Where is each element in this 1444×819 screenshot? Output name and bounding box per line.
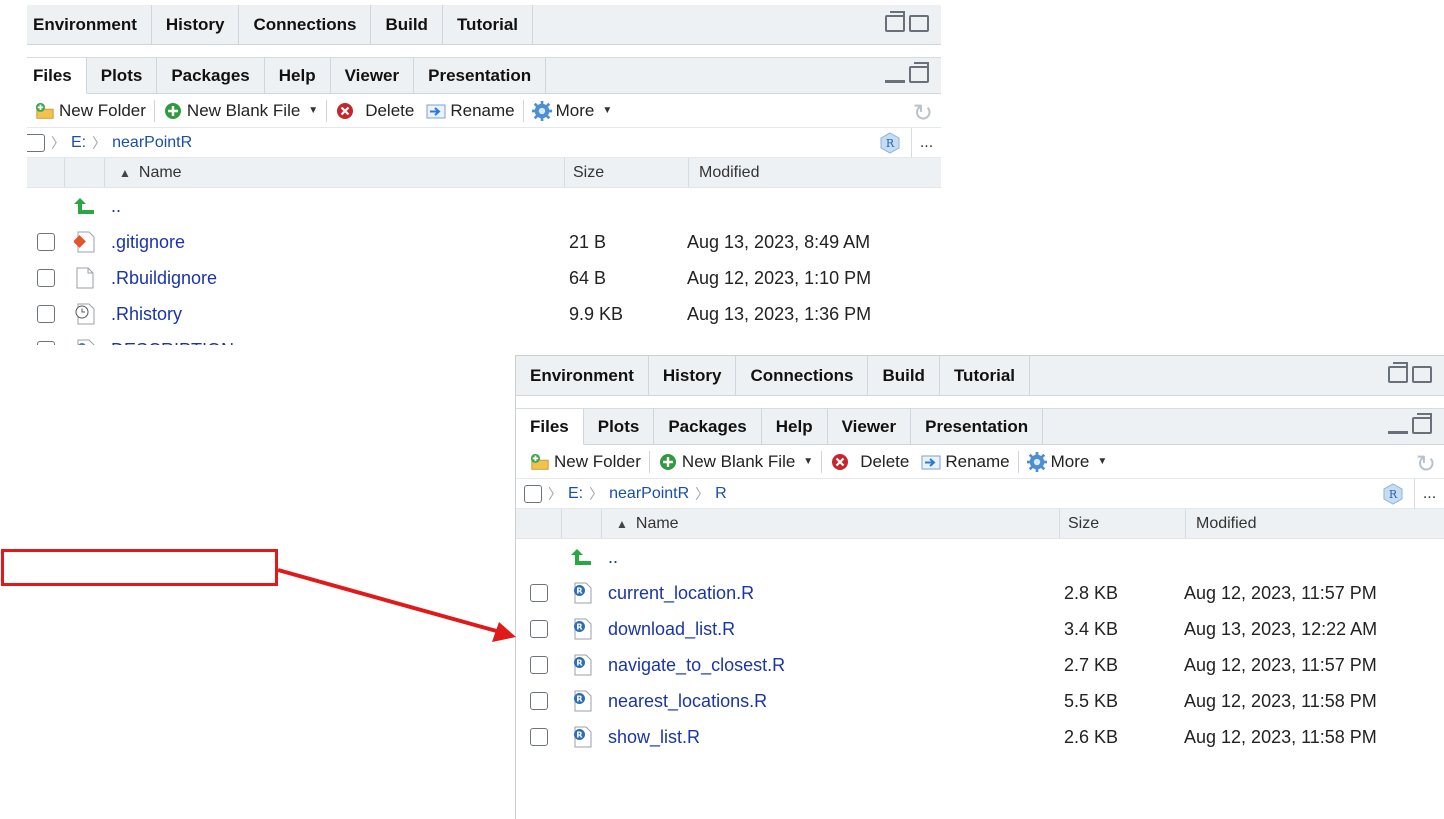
annotation-arrow <box>277 568 516 642</box>
